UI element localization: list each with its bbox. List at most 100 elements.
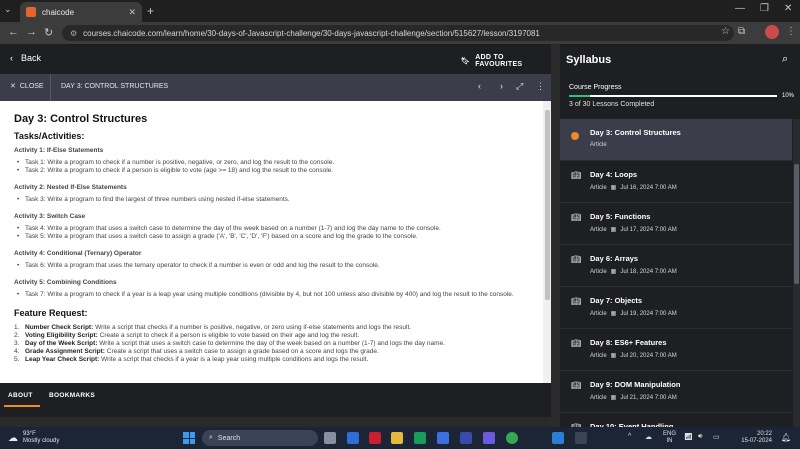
browser-menu-icon[interactable]: ⋮	[786, 26, 796, 37]
app-header: ‹ Back 🔖︎ ADD TO FAVOURITES	[0, 44, 551, 74]
site-info-icon[interactable]: ⚙	[70, 29, 77, 38]
add-to-favourites-button[interactable]: 🔖︎ ADD TO FAVOURITES	[461, 54, 551, 68]
feature-name: Voting Eligibility Script:	[25, 332, 98, 339]
lesson-type: Article	[590, 226, 607, 233]
taskbar-search[interactable]: ⌕ Search	[202, 430, 318, 446]
wifi-icon[interactable]: 📶︎	[684, 433, 693, 441]
feature-number: 1.	[14, 324, 20, 331]
previous-lesson-icon[interactable]: ‹	[478, 81, 481, 91]
weather-widget[interactable]: ☁ 93°F Mostly cloudy	[8, 431, 59, 445]
divider	[50, 74, 51, 101]
book-icon: 📖︎	[571, 171, 582, 180]
lesson-item-meta: Article	[590, 142, 607, 148]
feature-text: Write a script that uses a switch case t…	[97, 340, 445, 347]
task-view-icon[interactable]	[324, 432, 336, 444]
feature-name: Number Check Script:	[25, 324, 94, 331]
store-icon[interactable]	[437, 432, 449, 444]
search-icon: ⌕	[209, 434, 213, 441]
chrome-icon[interactable]	[506, 432, 518, 444]
lesson-list: Day 3: Control Structures Article 📖︎ Day 4:…	[560, 119, 792, 427]
syllabus-lesson-item[interactable]: 📖︎ Day 7: Objects Article ▦ Jul 19, 2024 7:0…	[560, 287, 792, 329]
clock[interactable]: 20:22 15-07-2024	[738, 431, 772, 445]
syllabus-lesson-item[interactable]: Day 3: Control Structures Article	[560, 119, 792, 161]
content-scrollbar-thumb[interactable]	[545, 110, 550, 300]
new-tab-icon[interactable]: +	[147, 4, 154, 18]
chaicode-favicon-icon	[26, 7, 36, 17]
browser-tab-strip: ⌄ chaicode ✕ + — ❐ ✕	[0, 0, 800, 22]
syllabus-lesson-item[interactable]: 📖︎ Day 4: Loops Article ▦ Jul 16, 2024 7:00 …	[560, 161, 792, 203]
syllabus-lesson-item[interactable]: 📖︎Day 10: Event Handling	[560, 413, 792, 427]
browser-forward-icon[interactable]: →	[26, 26, 37, 38]
book-icon: 📖︎	[571, 255, 582, 264]
browser-back-icon[interactable]: ←	[8, 26, 19, 38]
lesson-item-meta: Article ▦ Jul 17, 2024 7:00 AM	[590, 226, 677, 234]
lesson-type: Article	[590, 184, 607, 191]
minimize-icon[interactable]: —	[735, 3, 745, 14]
syllabus-scrollbar-thumb[interactable]	[794, 164, 799, 284]
vscode-icon[interactable]	[552, 432, 564, 444]
reload-icon[interactable]: ↻	[44, 26, 53, 39]
tab-about[interactable]: ABOUT	[8, 392, 33, 399]
widgets-icon[interactable]	[347, 432, 359, 444]
onedrive-icon[interactable]: ☁	[645, 433, 652, 441]
terminal-icon[interactable]	[575, 432, 587, 444]
back-button[interactable]: ‹ Back	[10, 53, 41, 63]
maximize-icon[interactable]: ❐	[760, 3, 769, 14]
browser-tab[interactable]: chaicode ✕	[20, 2, 142, 22]
syllabus-lesson-item[interactable]: 📖︎ Day 9: DOM Manipulation Article ▦ Jul 21,…	[560, 371, 792, 413]
windows-start-icon[interactable]	[183, 432, 195, 444]
task-item: Task 1: Write a program to check if a nu…	[14, 159, 534, 167]
edge-icon[interactable]	[414, 432, 426, 444]
lesson-type: Article	[590, 142, 607, 148]
close-icon: ✕	[10, 83, 16, 90]
bookmark-star-icon[interactable]: ☆	[721, 26, 730, 37]
feature-number: 2.	[14, 332, 20, 339]
lesson-date: Jul 18, 2024 7:00 AM	[620, 268, 677, 275]
address-bar[interactable]: ⚙ courses.chaicode.com/learn/home/30-day…	[62, 25, 734, 41]
more-options-icon[interactable]: ⋮	[536, 81, 545, 92]
course-progress-percent: 10%	[782, 93, 795, 99]
search-icon[interactable]: ⌕	[782, 53, 788, 66]
lesson-item-meta: Article ▦ Jul 16, 2024 7:00 AM	[590, 184, 677, 192]
next-lesson-icon[interactable]: ›	[500, 81, 503, 91]
feature-name: Grade Assignment Script:	[25, 348, 105, 355]
syllabus-lesson-item[interactable]: 📖︎ Day 6: Arrays Article ▦ Jul 18, 2024 7:00…	[560, 245, 792, 287]
battery-icon[interactable]: ▭	[713, 433, 720, 441]
book-icon: 📖︎	[571, 213, 582, 222]
fullscreen-icon[interactable]: ⤢	[516, 81, 523, 92]
taskbar-search-label: Search	[217, 434, 241, 442]
tab-bookmarks[interactable]: BOOKMARKS	[49, 392, 95, 399]
chevron-left-icon: ‹	[10, 53, 13, 63]
tab-list-icon[interactable]: ⌄	[4, 4, 12, 15]
syllabus-lesson-item[interactable]: 📖︎ Day 5: Functions Article ▦ Jul 17, 2024 7…	[560, 203, 792, 245]
volume-icon[interactable]: 🔊︎	[698, 433, 702, 441]
task-item: Task 4: Write a program that uses a swit…	[14, 225, 534, 233]
calendar-icon: ▦	[610, 185, 617, 191]
task-item: Task 6: Write a program that uses the te…	[14, 262, 534, 270]
mcafee-icon[interactable]	[369, 432, 381, 444]
language-indicator[interactable]: ENG IN	[663, 431, 676, 445]
lesson-date: Jul 19, 2024 7:00 AM	[620, 310, 677, 317]
lesson-title: DAY 3: CONTROL STRUCTURES	[61, 83, 169, 90]
teams-icon[interactable]	[483, 432, 495, 444]
activity-block: Activity 2: Nested If-Else Statements Tas…	[14, 184, 534, 204]
close-button[interactable]: ✕ CLOSE	[10, 82, 44, 91]
close-tab-icon[interactable]: ✕	[128, 7, 136, 18]
window-close-icon[interactable]: ✕	[784, 3, 792, 14]
l-app-icon[interactable]	[460, 432, 472, 444]
tray-chevron-icon[interactable]: ^	[628, 433, 631, 440]
lesson-type: Article	[590, 394, 607, 401]
calendar-icon: ▦	[610, 395, 617, 401]
notification-bell-icon[interactable]: 🔔︎	[781, 433, 791, 442]
feature-name: Day of the Week Script:	[25, 340, 98, 347]
horizontal-scrollbar[interactable]	[0, 417, 551, 427]
file-explorer-icon[interactable]	[391, 432, 403, 444]
profile-avatar[interactable]	[765, 25, 779, 39]
lesson-item-title: Day 7: Objects	[590, 296, 643, 305]
feature-text: Create a script that uses a switch case …	[104, 348, 379, 355]
lesson-content[interactable]: Day 3: Control Structures Tasks/Activiti…	[0, 101, 551, 383]
extensions-icon[interactable]: ⧉	[738, 26, 745, 37]
language-code: ENG	[663, 431, 677, 437]
completed-check-icon	[571, 132, 579, 140]
syllabus-lesson-item[interactable]: 📖︎ Day 8: ES6+ Features Article ▦ Jul 20, 20…	[560, 329, 792, 371]
